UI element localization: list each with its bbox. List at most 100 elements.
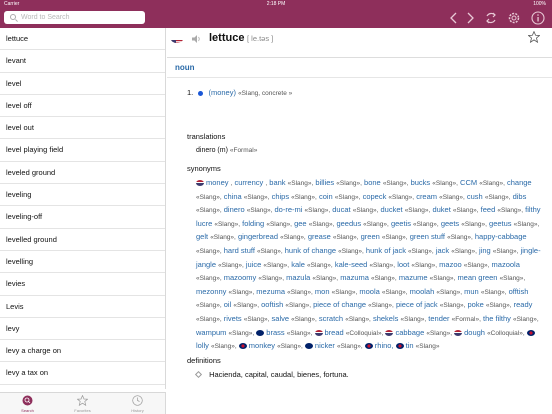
back-button[interactable] [447,10,461,26]
synonym-link[interactable]: mezonny [196,287,226,296]
synonym-link[interactable]: hunk of change [285,246,336,255]
synonym-link[interactable]: mezuma [256,287,285,296]
synonym-link[interactable]: happy-cabbage [475,232,527,241]
synonym-link[interactable]: mazula [286,273,310,282]
sense-link[interactable]: (money) [208,88,236,97]
synonym-link[interactable]: mazoo [439,260,462,269]
synonym-link[interactable]: bread [325,328,344,337]
list-item[interactable]: leveling-off [0,206,165,229]
list-item[interactable]: leveled ground [0,162,165,185]
synonym-link[interactable]: the filthy [483,314,511,323]
refresh-button[interactable] [483,10,499,26]
synonym-link[interactable]: cabbage [395,328,424,337]
synonym-link[interactable]: rhino, [375,341,394,350]
favorite-star-icon[interactable] [528,31,540,43]
synonym-link[interactable]: poke [468,300,484,309]
synonym-link[interactable]: geedus [336,219,361,228]
forward-button[interactable] [463,10,477,26]
list-item[interactable]: levy a tax on [0,362,165,385]
synonym-link[interactable]: ready [514,300,533,309]
tab-search[interactable]: Search [0,393,55,414]
synonym-link[interactable]: mazoola [492,260,520,269]
list-item[interactable]: lettuce [0,28,165,51]
list-item[interactable]: levy [0,318,165,341]
list-item[interactable]: Levis [0,296,165,318]
synonym-link[interactable]: green stuff [410,232,445,241]
synonym-link[interactable]: tin [406,341,414,350]
list-item[interactable]: levelled ground [0,229,165,251]
us-flag-icon[interactable] [171,35,183,43]
synonym-link[interactable]: do-re-mi [274,205,302,214]
synonym-link[interactable]: mazuma [340,273,369,282]
synonym-link[interactable]: cush [467,192,483,201]
list-item[interactable]: level [0,73,165,95]
synonym-link[interactable]: wampum [196,328,226,337]
synonym-link[interactable]: offtish [509,287,529,296]
synonym-link[interactable]: billies [315,178,334,187]
synonym-link[interactable]: hard stuff [224,246,255,255]
synonym-link[interactable]: brass [266,328,284,337]
synonym-link[interactable]: jing [479,246,491,255]
synonym-link[interactable]: chips [272,192,290,201]
list-item[interactable]: level playing field [0,139,165,162]
synonym-link[interactable]: ducket [380,205,402,214]
list-item[interactable]: level off [0,95,165,118]
list-item[interactable]: level out [0,117,165,140]
synonym-link[interactable]: change [507,178,532,187]
synonym-link[interactable]: CCM [460,178,477,187]
synonym-link[interactable]: mon [315,287,330,296]
synonym-link[interactable]: gelt [196,232,208,241]
synonym-link[interactable]: gingerbread [238,232,278,241]
synonym-link[interactable]: kale [291,260,305,269]
info-button[interactable] [530,10,546,26]
synonym-link[interactable]: currency [235,178,264,187]
synonym-link[interactable]: lolly [196,341,209,350]
synonym-link[interactable]: mun [464,287,479,296]
synonym-link[interactable]: green [361,232,380,241]
synonym-link[interactable]: dough [464,328,485,337]
search-input[interactable]: Word to Search [4,11,145,24]
synonym-link[interactable]: piece of jack [396,300,438,309]
synonym-link[interactable]: mazoomy [224,273,257,282]
synonym-link[interactable]: ooftish [261,300,283,309]
synonym-link[interactable]: copeck [363,192,387,201]
list-item[interactable]: levies [0,273,165,296]
synonym-link[interactable]: feed [481,205,496,214]
synonym-link[interactable]: scratch [319,314,343,323]
synonym-link[interactable]: jack [436,246,449,255]
list-item[interactable]: leveling [0,184,165,207]
tab-favorites[interactable]: Favorites [55,393,110,414]
synonym-link[interactable]: juice [246,260,261,269]
synonym-link[interactable]: dinero [224,205,245,214]
synonym-link[interactable]: grease [308,232,331,241]
synonym-link[interactable]: geets [441,219,459,228]
synonym-link[interactable]: tender [428,314,449,323]
synonym-link[interactable]: rivets [224,314,242,323]
synonym-link[interactable]: coin [319,192,333,201]
synonym-link[interactable]: mean green [457,273,497,282]
synonym-link[interactable]: shekels [373,314,398,323]
word-list[interactable]: lettuce levant level level off level out leve… [0,28,166,389]
synonym-link[interactable]: moola [359,287,379,296]
synonym-link[interactable]: piece of change [313,300,366,309]
synonym-link[interactable]: gee [294,219,307,228]
synonym-link[interactable]: salve [272,314,290,323]
synonym-link[interactable]: cream [416,192,437,201]
synonym-link[interactable]: mazume [399,273,428,282]
synonym-link[interactable]: china [224,192,242,201]
synonym-link[interactable]: oil [224,300,232,309]
synonym-link[interactable]: moolah [410,287,435,296]
list-item[interactable]: levelling [0,251,165,274]
synonym-link[interactable]: geetus [489,219,512,228]
synonym-link[interactable]: ducat [332,205,350,214]
synonym-link[interactable]: duket [432,205,450,214]
synonym-link[interactable]: money [206,178,229,187]
synonym-link[interactable]: dibs [513,192,527,201]
synonym-link[interactable]: kale-seed [335,260,368,269]
synonym-link[interactable]: geetis [391,219,411,228]
settings-button[interactable] [506,10,522,26]
synonym-link[interactable]: monkey [249,341,275,350]
synonym-link[interactable]: hunk of jack [366,246,406,255]
synonym-link[interactable]: loot [397,260,409,269]
list-item[interactable]: lewd [0,385,165,389]
